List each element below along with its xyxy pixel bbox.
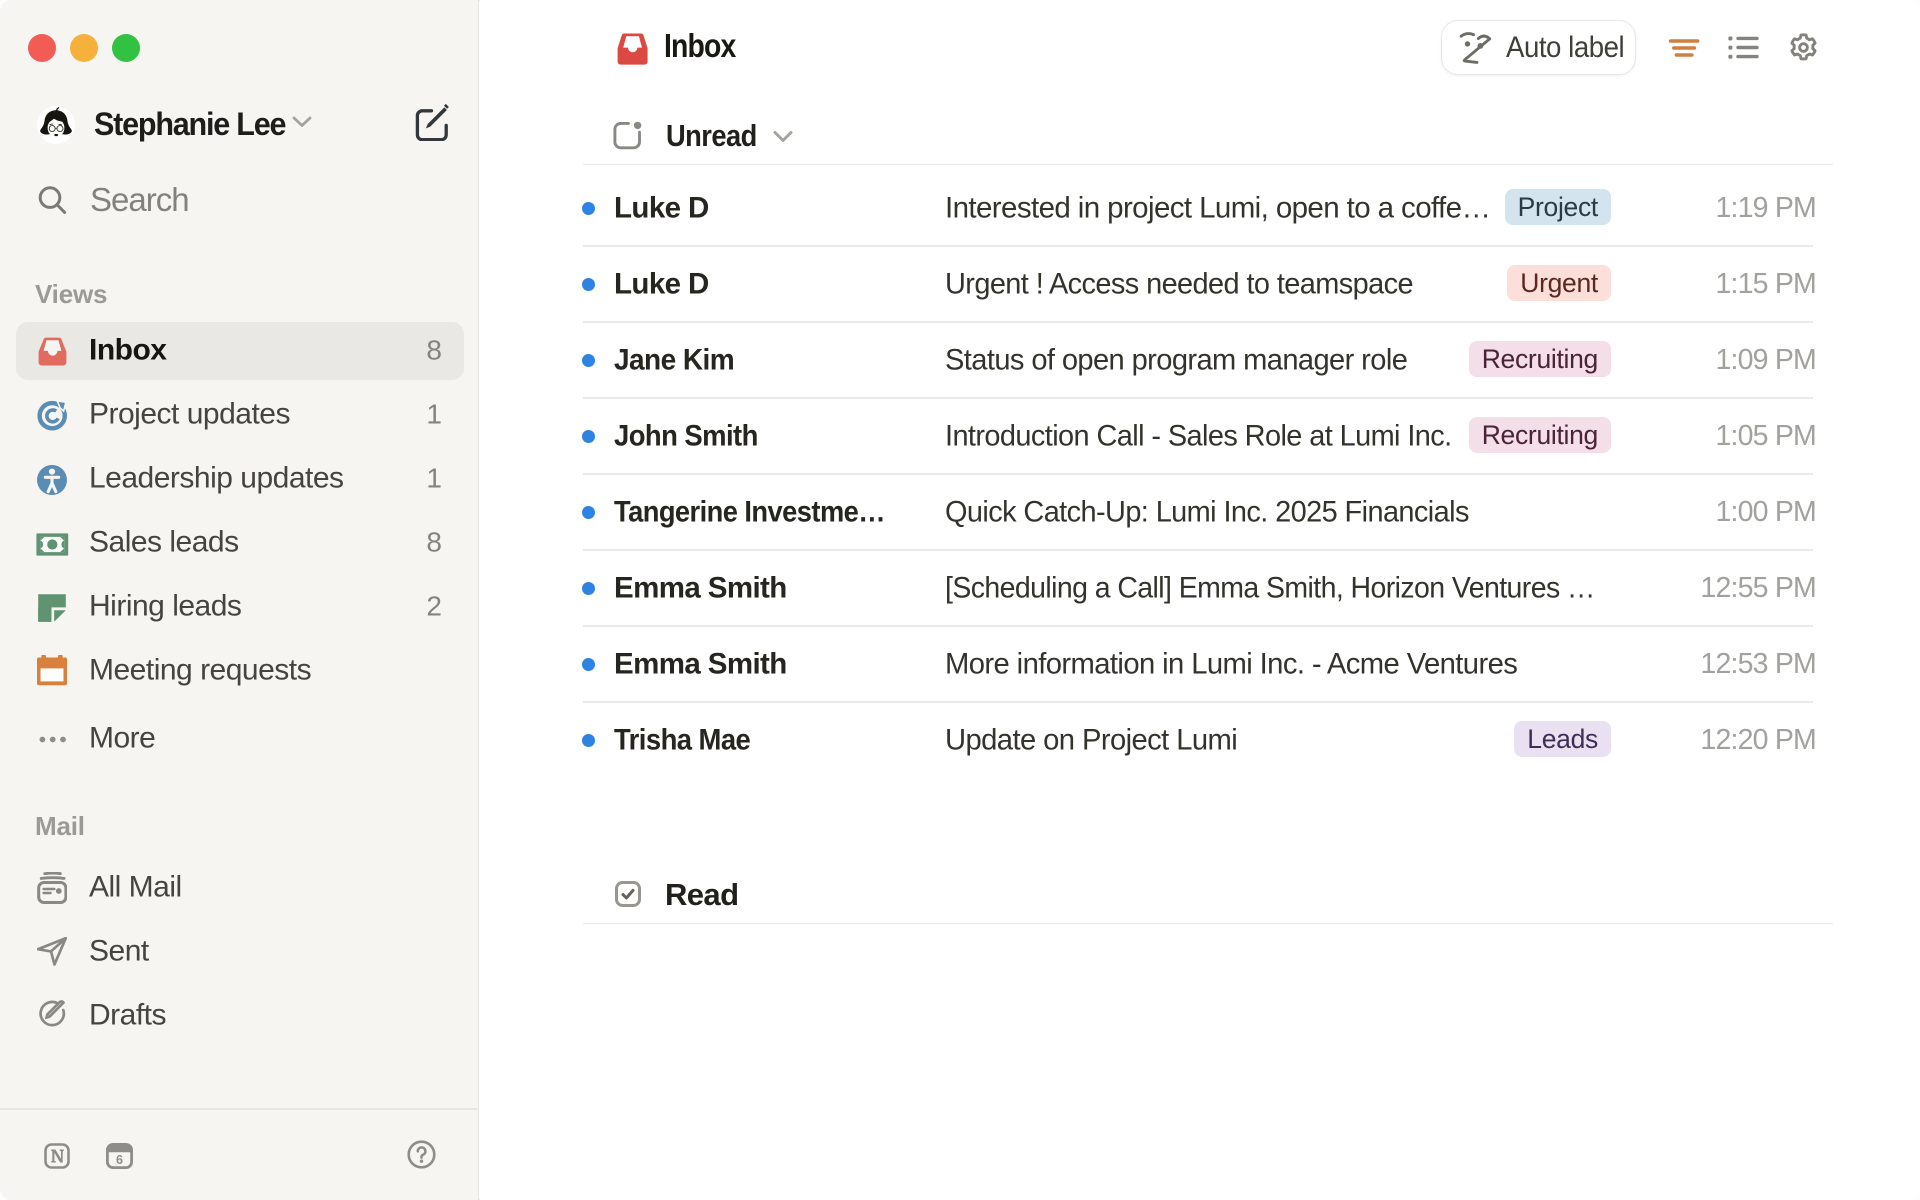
svg-text:6: 6 [116,1153,123,1167]
